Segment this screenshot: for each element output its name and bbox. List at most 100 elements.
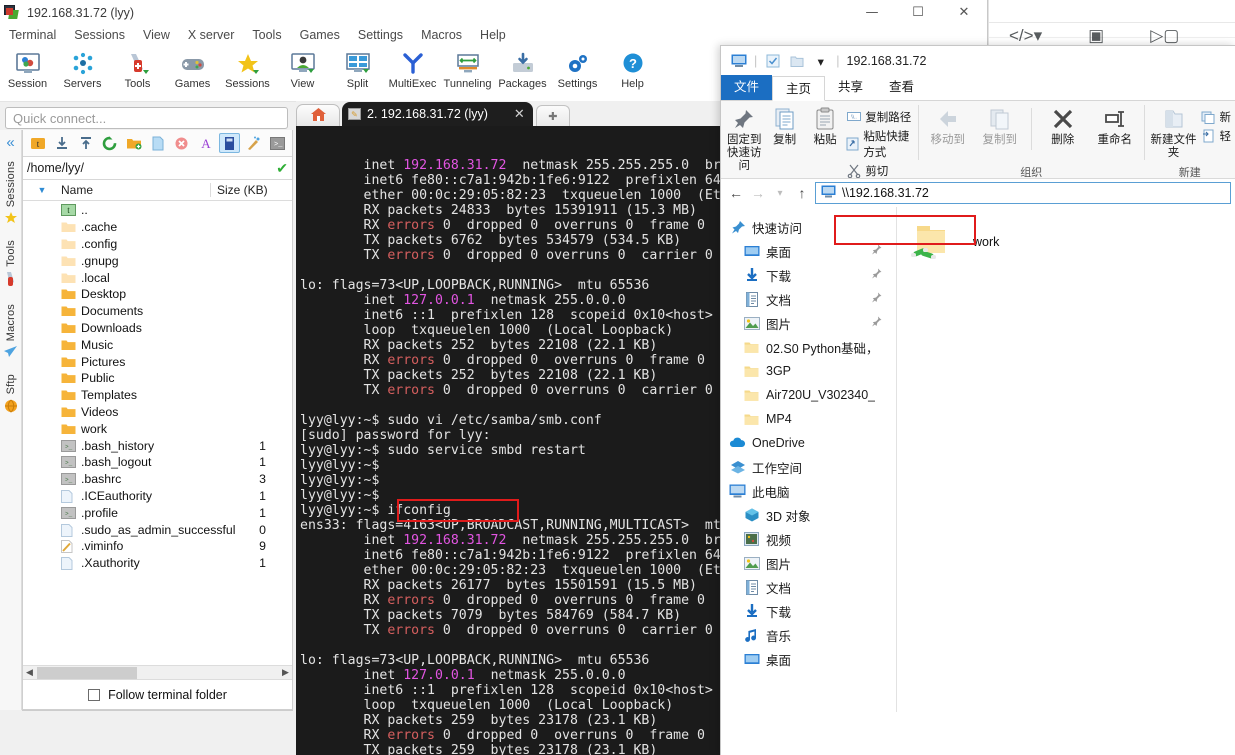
rename-button[interactable]: 重命名 (1090, 106, 1140, 147)
rail-tab-macros[interactable]: Macros (5, 304, 17, 341)
nav-item-workspace[interactable]: 工作空间 (721, 455, 896, 479)
toolbar-tools-button[interactable]: Tools (110, 48, 165, 90)
pin-icon[interactable] (871, 316, 882, 330)
list-item[interactable]: work (911, 223, 1235, 261)
maximize-button[interactable]: ☐ (895, 0, 941, 25)
menu-settings[interactable]: Settings (349, 25, 412, 46)
up-arrow-icon[interactable]: ↑ (791, 185, 813, 201)
sftp-file-row[interactable]: >_ .bash_logout 1 (23, 454, 292, 471)
nav-item-onedrive-cloud[interactable]: OneDrive (721, 431, 896, 455)
rail-tab-tools[interactable]: Tools (5, 240, 17, 267)
nav-item-this-pc[interactable]: 此电脑 (721, 479, 896, 503)
new-folder-button[interactable]: 新建文件夹 (1149, 106, 1199, 160)
follow-terminal-folder-row[interactable]: Follow terminal folder (23, 679, 292, 709)
menu-terminal[interactable]: Terminal (0, 25, 65, 46)
windows-explorer-window[interactable]: | ▾ | 192.168.31.72 文件 主页 共享 查看 固定到快速访问 (720, 45, 1235, 755)
toolbar-packages-button[interactable]: Packages (495, 48, 550, 90)
sftp-file-row[interactable]: Pictures (23, 353, 292, 370)
sftp-file-row[interactable]: >_ .bash_history 1 (23, 437, 292, 454)
sftp-file-list[interactable]: t.. .cache .config .gnupg .local Desktop Docum… (23, 201, 292, 665)
tab-home[interactable]: 主页 (772, 76, 826, 101)
menu-games[interactable]: Games (291, 25, 349, 46)
sidebar-rail[interactable]: « Sessions Tools Macros Sftp (0, 130, 22, 710)
mobaxterm-titlebar[interactable]: 192.168.31.72 (lyy) — ☐ ✕ (0, 0, 987, 25)
nav-item-pictures[interactable]: 图片 (721, 311, 896, 335)
explorer-ribbon[interactable]: 固定到快速访问 复制 粘贴 \\.. 复制路径 粘贴快捷方式 剪切 移动到 复制… (721, 101, 1235, 179)
menu-macros[interactable]: Macros (412, 25, 471, 46)
nav-item-documents[interactable]: 文档 (721, 287, 896, 311)
nav-item-downloads[interactable]: 下载 (721, 263, 896, 287)
customize-dropdown-icon[interactable]: ▾ (812, 54, 829, 69)
go-up-icon[interactable]: t (27, 133, 48, 153)
background-window-toolbar[interactable]: </>▾ ▣ ▷▢ (1009, 26, 1179, 46)
toolbar-view-button[interactable]: View (275, 48, 330, 90)
mobaxterm-menubar[interactable]: Terminal Sessions View X server Tools Ga… (0, 25, 987, 46)
pin-to-quick-access-button[interactable]: 固定到快速访问 (725, 106, 763, 173)
permissions-icon[interactable] (243, 133, 264, 153)
nav-item-pictures[interactable]: 图片 (721, 551, 896, 575)
sftp-file-row[interactable]: Templates (23, 387, 292, 404)
nav-item-folder[interactable]: Air720U_V302340_ (721, 383, 896, 407)
tab-view[interactable]: 查看 (876, 75, 927, 100)
sftp-file-row[interactable]: .cache (23, 219, 292, 236)
toolbar-session-button[interactable]: Session (0, 48, 55, 90)
nav-item-folder[interactable]: MP4 (721, 407, 896, 431)
scroll-left-icon[interactable]: ◀ (23, 667, 36, 678)
pin-icon[interactable] (871, 268, 882, 282)
paste-shortcut-button[interactable]: 粘贴快捷方式 (846, 128, 914, 160)
sftp-path-input[interactable]: /home/lyy/ ✔ (23, 157, 292, 180)
sftp-file-row[interactable]: >_ .bashrc 3 (23, 471, 292, 488)
pin-icon[interactable] (871, 244, 882, 258)
toolbar-servers-button[interactable]: Servers (55, 48, 110, 90)
properties-icon[interactable] (764, 54, 781, 69)
sftp-file-row[interactable]: .Xauthority 1 (23, 555, 292, 572)
refresh-icon[interactable] (99, 133, 120, 153)
scrollbar-thumb[interactable] (37, 667, 137, 679)
explorer-titlebar[interactable]: | ▾ | 192.168.31.72 (721, 46, 1235, 76)
new-folder-icon[interactable] (788, 54, 805, 69)
sftp-file-row[interactable]: t.. (23, 202, 292, 219)
new-item-button[interactable]: 新 (1201, 109, 1231, 125)
sftp-file-row[interactable]: Documents (23, 303, 292, 320)
menu-view[interactable]: View (134, 25, 179, 46)
nav-item-folder[interactable]: 02.S0 Python基础， (721, 335, 896, 359)
sftp-toolbar[interactable]: t A >_ (23, 130, 292, 157)
binary-mode-icon[interactable] (219, 133, 240, 153)
toolbar-settings-button[interactable]: Settings (550, 48, 605, 90)
sftp-file-row[interactable]: .gnupg (23, 252, 292, 269)
cut-button[interactable]: 剪切 (846, 163, 914, 178)
menu-sessions[interactable]: Sessions (65, 25, 134, 46)
sftp-file-row[interactable]: Downloads (23, 320, 292, 337)
rail-tab-sessions[interactable]: Sessions (5, 161, 17, 207)
sftp-file-row[interactable]: .local (23, 269, 292, 286)
toolbar-split-button[interactable]: Split (330, 48, 385, 90)
close-button[interactable]: ✕ (941, 0, 987, 25)
nav-item-downloads[interactable]: 下载 (721, 599, 896, 623)
nav-item-videos[interactable]: 视频 (721, 527, 896, 551)
back-arrow-icon[interactable]: ← (725, 185, 747, 201)
run-icon[interactable]: ▷▢ (1150, 26, 1179, 46)
console-icon[interactable]: ▣ (1088, 26, 1104, 46)
tab-share[interactable]: 共享 (825, 75, 876, 100)
computer-icon[interactable] (730, 54, 747, 69)
close-icon[interactable]: ✕ (514, 106, 525, 122)
text-mode-icon[interactable]: A (195, 133, 216, 153)
terminal-icon[interactable]: >_ (267, 133, 288, 153)
pin-icon[interactable] (871, 292, 882, 306)
toolbar-sessions-button[interactable]: Sessions (220, 48, 275, 90)
nav-item-folder[interactable]: 3GP (721, 359, 896, 383)
window-controls[interactable]: — ☐ ✕ (849, 0, 987, 25)
copy-button[interactable]: 复制 (765, 106, 803, 147)
copy-path-button[interactable]: \\.. 复制路径 (846, 109, 914, 125)
sftp-file-row[interactable]: Music (23, 336, 292, 353)
nav-item-3d-objects[interactable]: 3D 对象 (721, 503, 896, 527)
code-dropdown-icon[interactable]: </>▾ (1009, 26, 1042, 46)
sftp-file-row[interactable]: Desktop (23, 286, 292, 303)
nav-item-desktop[interactable]: 桌面 (721, 239, 896, 263)
copy-to-button[interactable]: 复制到 (975, 106, 1025, 147)
new-tab-button[interactable]: ✚ (535, 105, 570, 126)
nav-item-quick-access-star[interactable]: 快速访问 (721, 215, 896, 239)
home-tab[interactable] (296, 104, 340, 126)
sftp-file-row[interactable]: .config (23, 236, 292, 253)
nav-item-music-note[interactable]: 音乐 (721, 623, 896, 647)
